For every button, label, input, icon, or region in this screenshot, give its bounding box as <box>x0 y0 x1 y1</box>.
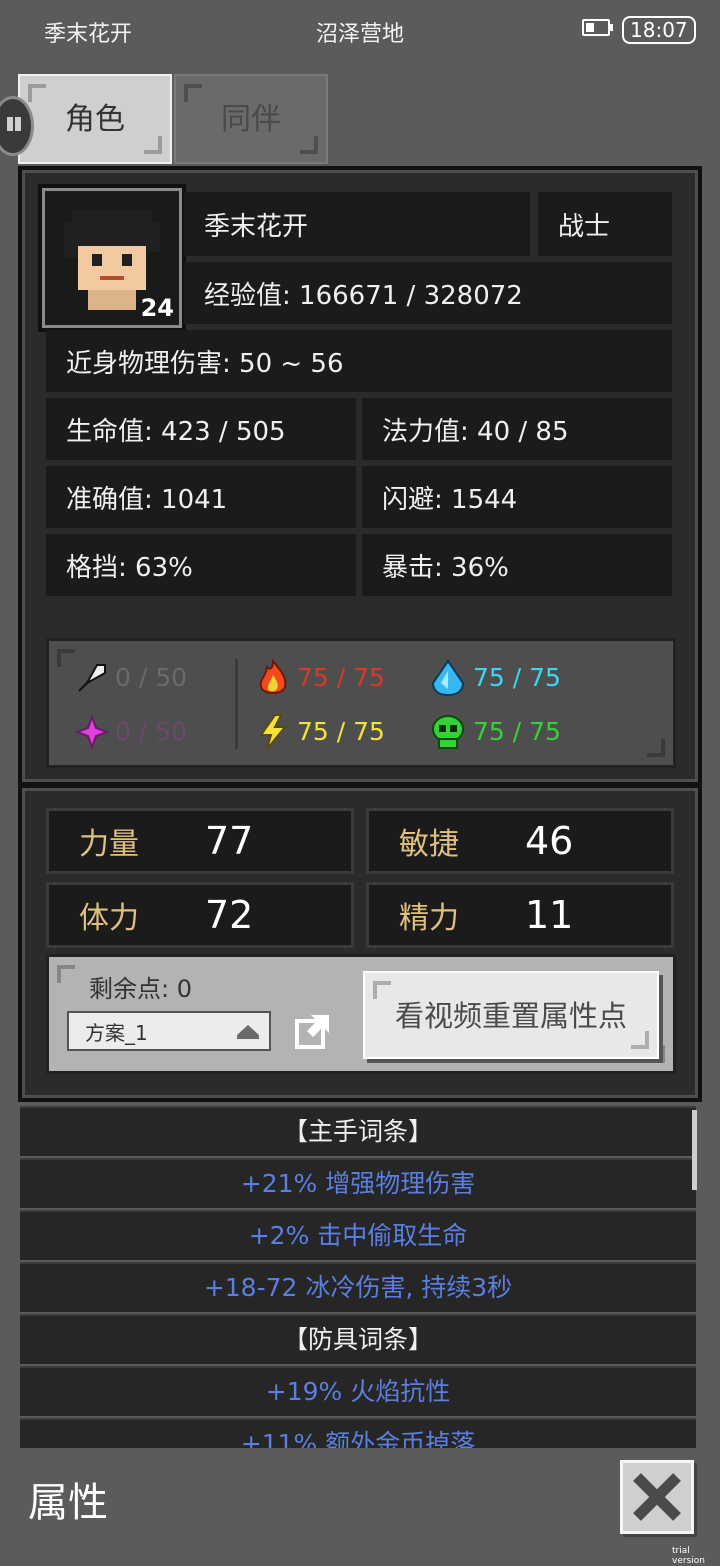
accuracy-stat: 准确值: 1041 <box>46 466 356 528</box>
fire-resist-icon <box>259 659 287 694</box>
crit-stat: 暴击: 36% <box>362 534 672 596</box>
agility-stat: 敏捷 46 <box>366 808 674 874</box>
page-title: 属性 <box>28 1480 108 1526</box>
watch-video-reset-label: 看视频重置属性点 <box>394 999 627 1033</box>
battery-icon <box>582 19 613 36</box>
poison-resist-icon <box>432 715 464 749</box>
arcane-resist-icon <box>75 715 109 749</box>
stamina-label: 体力 <box>79 901 139 936</box>
poison-resist-value: 75 / 75 <box>473 717 561 746</box>
strength-stat: 力量 77 <box>46 808 354 874</box>
tab-character-label: 角色 <box>65 102 125 137</box>
list-item: +2% 击中偷取生命 <box>20 1210 696 1260</box>
character-class: 战士 <box>538 192 672 256</box>
agility-value: 46 <box>525 819 574 863</box>
remaining-points: 剩余点: 0 <box>89 975 192 1003</box>
stamina-stat: 体力 72 <box>46 882 354 948</box>
plan-select-value: 方案_1 <box>85 1021 148 1045</box>
physical-resist-value: 0 / 50 <box>115 663 188 692</box>
dodge-stat: 闪避: 1544 <box>362 466 672 528</box>
affix-scrollbar[interactable] <box>692 1110 697 1190</box>
status-player-name: 季末花开 <box>44 22 133 47</box>
arcane-resist-value: 0 / 50 <box>115 717 188 746</box>
avatar: 24 <box>38 184 186 332</box>
close-button[interactable] <box>620 1460 694 1534</box>
energy-label: 精力 <box>399 901 459 936</box>
list-item: 【防具词条】 <box>20 1314 696 1364</box>
lightning-resist-value: 75 / 75 <box>297 717 385 746</box>
points-box: 剩余点: 0 方案_1 看视频重置属性点 <box>46 954 676 1074</box>
energy-value: 11 <box>525 893 574 937</box>
mp-stat: 法力值: 40 / 85 <box>362 398 672 460</box>
stamina-value: 72 <box>205 893 254 937</box>
strength-value: 77 <box>205 819 254 863</box>
tab-character[interactable]: 角色 <box>18 74 172 164</box>
strength-label: 力量 <box>79 827 139 862</box>
export-icon[interactable] <box>295 1013 331 1049</box>
energy-stat: 精力 11 <box>366 882 674 948</box>
list-item: +11% 额外金币掉落 <box>20 1418 696 1448</box>
list-item: 【主手词条】 <box>20 1106 696 1156</box>
agility-label: 敏捷 <box>399 827 459 862</box>
trial-watermark: trial version <box>672 1546 705 1566</box>
tab-companion-label: 同伴 <box>221 102 281 137</box>
water-resist-value: 75 / 75 <box>473 663 561 692</box>
fire-resist-value: 75 / 75 <box>297 663 385 692</box>
list-item: +19% 火焰抗性 <box>20 1366 696 1416</box>
melee-damage: 近身物理伤害: 50 ~ 56 <box>46 330 672 392</box>
plan-select[interactable]: 方案_1 <box>67 1011 271 1051</box>
hp-stat: 生命值: 423 / 505 <box>46 398 356 460</box>
list-item: +18-72 冰冷伤害, 持续3秒 <box>20 1262 696 1312</box>
experience: 经验值: 166671 / 328072 <box>184 262 672 324</box>
level-badge: 24 <box>140 294 174 322</box>
status-bar: 沼泽营地 季末花开 18:07 <box>0 0 720 60</box>
clock: 18:07 <box>622 16 696 44</box>
affix-list[interactable]: 【主手词条】 +21% 增强物理伤害 +2% 击中偷取生命 +18-72 冰冷伤… <box>20 1106 696 1448</box>
character-name: 季末花开 <box>184 192 530 256</box>
physical-resist-icon <box>78 664 106 692</box>
water-resist-icon <box>431 659 465 697</box>
block-stat: 格挡: 63% <box>46 534 356 596</box>
close-icon <box>633 1473 681 1521</box>
chevron-up-icon <box>237 1025 259 1039</box>
watch-video-reset-button[interactable]: 看视频重置属性点 <box>363 971 659 1059</box>
tab-companion[interactable]: 同伴 <box>174 74 328 164</box>
lightning-resist-icon <box>259 714 288 750</box>
resistance-panel: 0 / 50 0 / 50 75 / 75 75 / 75 75 / 75 75… <box>46 638 676 768</box>
list-item: +21% 增强物理伤害 <box>20 1158 696 1208</box>
